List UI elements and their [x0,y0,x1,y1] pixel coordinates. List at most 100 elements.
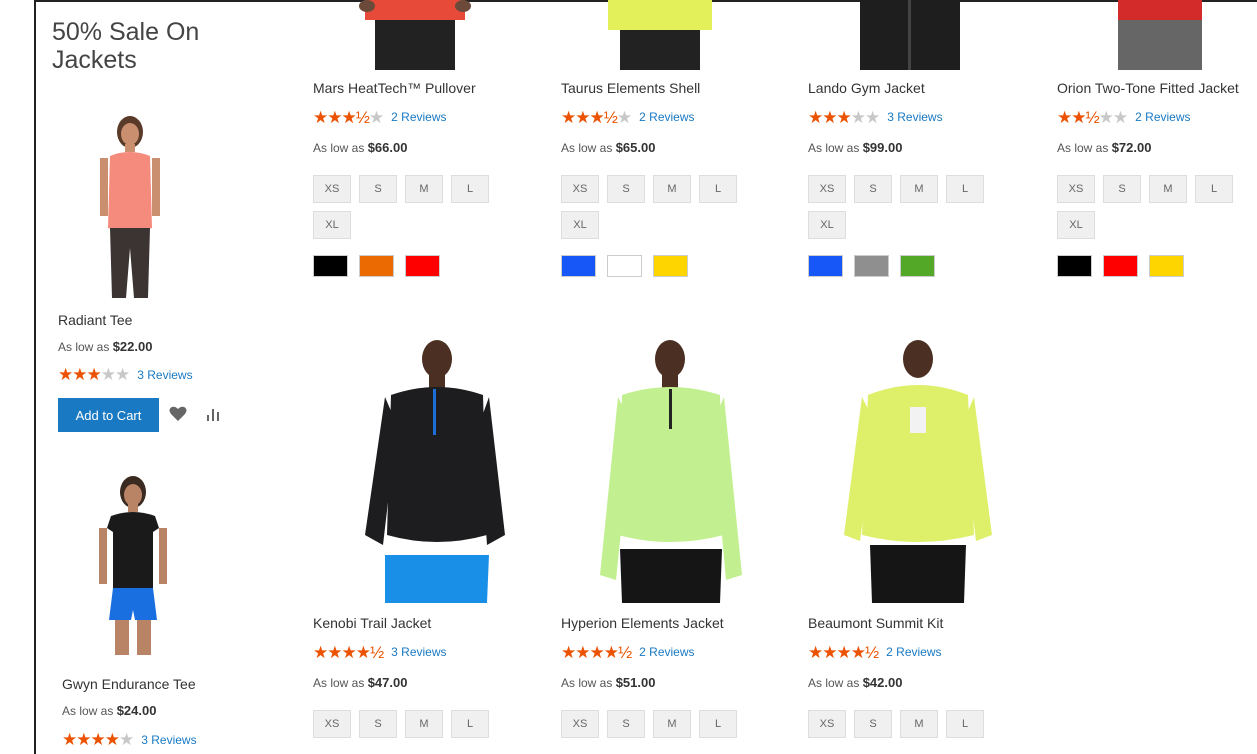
product-name-gwyn-tee[interactable]: Gwyn Endurance Tee [62,676,196,692]
product-image-lando-jacket[interactable] [850,0,970,70]
color-swatch[interactable] [900,255,935,277]
reviews-link[interactable]: 3 Reviews [391,645,446,659]
color-swatch[interactable] [561,255,596,277]
size-option[interactable]: L [1195,175,1233,203]
reviews-link[interactable]: 2 Reviews [886,645,941,659]
color-swatch[interactable] [1103,255,1138,277]
size-option[interactable]: L [451,175,489,203]
product-card: Taurus Elements Shell ★★★½ ★ 2 Reviews As… [561,80,791,277]
size-option[interactable]: S [607,710,645,738]
compare-icon[interactable] [205,405,223,423]
price-prefix: As low as [313,676,365,690]
product-image-gwyn-tee[interactable] [75,470,195,660]
size-option[interactable]: XL [808,211,846,239]
product-name[interactable]: Beaumont Summit Kit [808,615,1038,635]
product-card: Beaumont Summit Kit ★★★★½ 2 Reviews As l… [808,615,1038,738]
product-image-orion-jacket[interactable] [1110,0,1210,70]
size-option[interactable]: XS [1057,175,1095,203]
color-swatch[interactable] [607,255,642,277]
size-option[interactable]: XS [313,175,351,203]
product-name[interactable]: Orion Two-Tone Fitted Jacket [1057,80,1252,100]
size-option[interactable]: M [653,175,691,203]
product-name[interactable]: Mars HeatTech™ Pullover [313,80,543,100]
product-image-kenobi-jacket[interactable] [355,335,515,603]
size-option[interactable]: L [699,175,737,203]
size-option[interactable]: XL [561,211,599,239]
color-swatch[interactable] [313,255,348,277]
size-option[interactable]: M [1149,175,1187,203]
color-options [313,255,543,277]
size-option[interactable]: XS [313,710,351,738]
product-name[interactable]: Hyperion Elements Jacket [561,615,791,635]
color-options [561,255,791,277]
size-option[interactable]: L [451,710,489,738]
size-option[interactable]: S [607,175,645,203]
product-image-radiant-tee[interactable] [70,108,190,298]
size-option[interactable]: L [946,710,984,738]
product-price: As low as $72.00 [1057,140,1252,155]
color-options [808,255,1038,277]
size-option[interactable]: S [854,710,892,738]
size-option[interactable]: S [1103,175,1141,203]
product-image-mars-pullover[interactable] [355,0,475,70]
color-swatch[interactable] [1149,255,1184,277]
size-option[interactable]: L [946,175,984,203]
product-rating: ★★½ ★★ 2 Reviews [1057,108,1252,126]
color-swatch[interactable] [854,255,889,277]
color-swatch[interactable] [405,255,440,277]
color-swatch[interactable] [359,255,394,277]
product-name[interactable]: Lando Gym Jacket [808,80,1038,100]
price-prefix: As low as [62,704,114,718]
size-option[interactable]: XL [1057,211,1095,239]
product-rating: ★★★★½ 2 Reviews [561,643,791,661]
rating-gwyn-tee: ★★★★ ★ 3 Reviews [62,731,197,748]
reviews-link[interactable]: 3 Reviews [137,368,192,382]
product-card: Hyperion Elements Jacket ★★★★½ 2 Reviews… [561,615,791,738]
reviews-link[interactable]: 2 Reviews [639,110,694,124]
product-image-beaumont-kit[interactable] [838,335,998,603]
color-swatch[interactable] [808,255,843,277]
size-option[interactable]: XS [561,710,599,738]
size-option[interactable]: S [359,175,397,203]
product-rating: ★★★★½ 3 Reviews [313,643,543,661]
product-price: As low as $99.00 [808,140,1038,155]
product-rating: ★★★½ ★ 2 Reviews [313,108,543,126]
product-name[interactable]: Taurus Elements Shell [561,80,791,100]
product-rating: ★★★ ★★ 3 Reviews [808,108,1038,126]
size-option[interactable]: XL [313,211,351,239]
size-option[interactable]: M [900,175,938,203]
reviews-link[interactable]: 3 Reviews [887,110,942,124]
add-to-cart-button[interactable]: Add to Cart [58,398,159,432]
size-option[interactable]: M [900,710,938,738]
size-option[interactable]: M [405,710,443,738]
price-value: $66.00 [367,140,408,155]
size-option[interactable]: L [699,710,737,738]
size-option[interactable]: M [405,175,443,203]
color-swatch[interactable] [653,255,688,277]
price-value: $99.00 [862,140,903,155]
price-prefix: As low as [808,141,860,155]
reviews-link[interactable]: 2 Reviews [639,645,694,659]
frame-border-left [34,0,36,754]
reviews-link[interactable]: 3 Reviews [141,733,196,747]
price-prefix: As low as [313,141,365,155]
heart-icon[interactable] [168,404,188,424]
price-value: $22.00 [112,339,153,354]
product-rating: ★★★★½ 2 Reviews [808,643,1038,661]
size-option[interactable]: M [653,710,691,738]
size-option[interactable]: XS [808,175,846,203]
product-name-radiant-tee[interactable]: Radiant Tee [58,312,132,328]
color-swatch[interactable] [1057,255,1092,277]
color-options [1057,255,1252,277]
product-image-taurus-shell[interactable] [600,0,720,70]
price-value: $47.00 [367,675,408,690]
size-option[interactable]: XS [561,175,599,203]
size-option[interactable]: S [854,175,892,203]
reviews-link[interactable]: 2 Reviews [391,110,446,124]
product-image-hyperion-jacket[interactable] [596,335,746,603]
reviews-link[interactable]: 2 Reviews [1135,110,1190,124]
size-option[interactable]: S [359,710,397,738]
product-card: Mars HeatTech™ Pullover ★★★½ ★ 2 Reviews … [313,80,543,277]
product-name[interactable]: Kenobi Trail Jacket [313,615,543,635]
size-option[interactable]: XS [808,710,846,738]
